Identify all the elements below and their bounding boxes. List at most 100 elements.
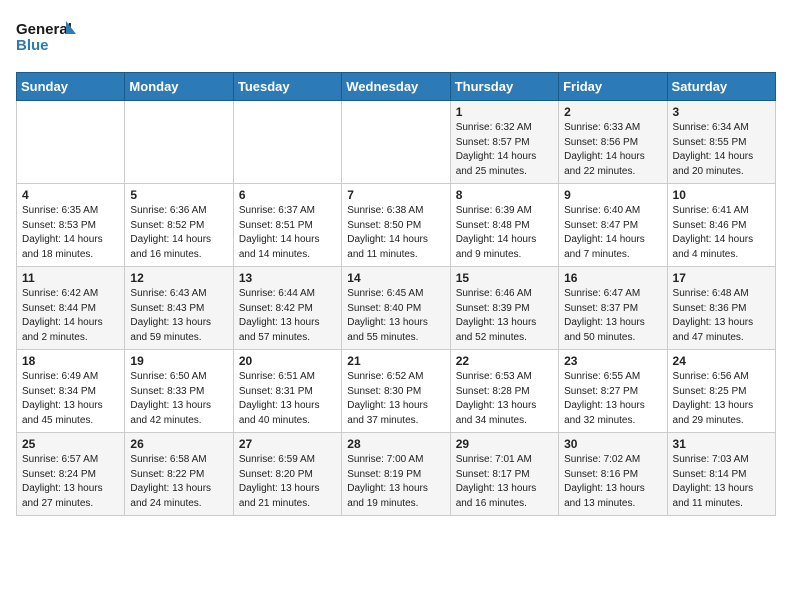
day-info: Sunrise: 6:57 AM Sunset: 8:24 PM Dayligh… (22, 453, 119, 511)
day-cell: 28 Sunrise: 7:00 AM Sunset: 8:19 PM Dayli… (342, 433, 450, 516)
day-info: Sunrise: 6:47 AM Sunset: 8:37 PM Dayligh… (564, 287, 661, 345)
day-info: Sunrise: 6:35 AM Sunset: 8:53 PM Dayligh… (22, 204, 119, 262)
day-info: Sunrise: 6:46 AM Sunset: 8:39 PM Dayligh… (456, 287, 553, 345)
day-info: Sunrise: 6:39 AM Sunset: 8:48 PM Dayligh… (456, 204, 553, 262)
day-cell: 8 Sunrise: 6:39 AM Sunset: 8:48 PM Daylig… (450, 184, 558, 267)
week-row-4: 18 Sunrise: 6:49 AM Sunset: 8:34 PM Dayli… (17, 350, 776, 433)
day-cell: 14 Sunrise: 6:45 AM Sunset: 8:40 PM Dayli… (342, 267, 450, 350)
day-info: Sunrise: 6:34 AM Sunset: 8:55 PM Dayligh… (673, 121, 770, 179)
day-number: 23 (564, 354, 661, 368)
day-cell: 5 Sunrise: 6:36 AM Sunset: 8:52 PM Daylig… (125, 184, 233, 267)
day-info: Sunrise: 6:42 AM Sunset: 8:44 PM Dayligh… (22, 287, 119, 345)
day-number: 2 (564, 105, 661, 119)
day-info: Sunrise: 6:53 AM Sunset: 8:28 PM Dayligh… (456, 370, 553, 428)
day-info: Sunrise: 6:37 AM Sunset: 8:51 PM Dayligh… (239, 204, 336, 262)
day-number: 11 (22, 271, 119, 285)
column-header-wednesday: Wednesday (342, 73, 450, 101)
day-cell: 11 Sunrise: 6:42 AM Sunset: 8:44 PM Dayli… (17, 267, 125, 350)
column-header-friday: Friday (559, 73, 667, 101)
day-info: Sunrise: 6:36 AM Sunset: 8:52 PM Dayligh… (130, 204, 227, 262)
column-header-tuesday: Tuesday (233, 73, 341, 101)
day-info: Sunrise: 7:01 AM Sunset: 8:17 PM Dayligh… (456, 453, 553, 511)
day-number: 4 (22, 188, 119, 202)
day-number: 30 (564, 437, 661, 451)
day-number: 12 (130, 271, 227, 285)
header-row: SundayMondayTuesdayWednesdayThursdayFrid… (17, 73, 776, 101)
day-number: 24 (673, 354, 770, 368)
day-info: Sunrise: 6:50 AM Sunset: 8:33 PM Dayligh… (130, 370, 227, 428)
day-number: 10 (673, 188, 770, 202)
day-cell: 23 Sunrise: 6:55 AM Sunset: 8:27 PM Dayli… (559, 350, 667, 433)
day-cell (233, 101, 341, 184)
day-cell: 1Sunrise: 6:32 AM Sunset: 8:57 PM Daylig… (450, 101, 558, 184)
day-number: 14 (347, 271, 444, 285)
day-number: 21 (347, 354, 444, 368)
svg-text:Blue: Blue (16, 37, 49, 54)
day-info: Sunrise: 7:00 AM Sunset: 8:19 PM Dayligh… (347, 453, 444, 511)
day-number: 22 (456, 354, 553, 368)
day-cell: 2 Sunrise: 6:33 AM Sunset: 8:56 PM Daylig… (559, 101, 667, 184)
day-cell: 19 Sunrise: 6:50 AM Sunset: 8:33 PM Dayli… (125, 350, 233, 433)
day-info: Sunrise: 6:43 AM Sunset: 8:43 PM Dayligh… (130, 287, 227, 345)
day-cell (17, 101, 125, 184)
day-number: 13 (239, 271, 336, 285)
day-number: 19 (130, 354, 227, 368)
day-cell: 4 Sunrise: 6:35 AM Sunset: 8:53 PM Daylig… (17, 184, 125, 267)
week-row-5: 25 Sunrise: 6:57 AM Sunset: 8:24 PM Dayli… (17, 433, 776, 516)
day-number: 26 (130, 437, 227, 451)
day-cell: 15 Sunrise: 6:46 AM Sunset: 8:39 PM Dayli… (450, 267, 558, 350)
day-info: Sunrise: 7:02 AM Sunset: 8:16 PM Dayligh… (564, 453, 661, 511)
day-cell: 12 Sunrise: 6:43 AM Sunset: 8:43 PM Dayli… (125, 267, 233, 350)
day-cell: 16 Sunrise: 6:47 AM Sunset: 8:37 PM Dayli… (559, 267, 667, 350)
day-number: 20 (239, 354, 336, 368)
day-cell: 7Sunrise: 6:38 AM Sunset: 8:50 PM Daylig… (342, 184, 450, 267)
day-info: Sunrise: 6:49 AM Sunset: 8:34 PM Dayligh… (22, 370, 119, 428)
day-cell: 29Sunrise: 7:01 AM Sunset: 8:17 PM Dayli… (450, 433, 558, 516)
day-number: 27 (239, 437, 336, 451)
day-number: 31 (673, 437, 770, 451)
day-info: Sunrise: 6:41 AM Sunset: 8:46 PM Dayligh… (673, 204, 770, 262)
day-cell: 30 Sunrise: 7:02 AM Sunset: 8:16 PM Dayli… (559, 433, 667, 516)
logo-icon: GeneralBlue (16, 16, 76, 60)
day-cell: 26Sunrise: 6:58 AM Sunset: 8:22 PM Dayli… (125, 433, 233, 516)
day-cell: 18 Sunrise: 6:49 AM Sunset: 8:34 PM Dayli… (17, 350, 125, 433)
column-header-sunday: Sunday (17, 73, 125, 101)
day-cell: 27 Sunrise: 6:59 AM Sunset: 8:20 PM Dayli… (233, 433, 341, 516)
day-number: 16 (564, 271, 661, 285)
calendar-table: SundayMondayTuesdayWednesdayThursdayFrid… (16, 72, 776, 516)
day-info: Sunrise: 6:56 AM Sunset: 8:25 PM Dayligh… (673, 370, 770, 428)
day-cell (342, 101, 450, 184)
day-number: 18 (22, 354, 119, 368)
day-info: Sunrise: 6:44 AM Sunset: 8:42 PM Dayligh… (239, 287, 336, 345)
day-number: 15 (456, 271, 553, 285)
week-row-1: 1Sunrise: 6:32 AM Sunset: 8:57 PM Daylig… (17, 101, 776, 184)
day-cell: 31Sunrise: 7:03 AM Sunset: 8:14 PM Dayli… (667, 433, 775, 516)
day-info: Sunrise: 6:59 AM Sunset: 8:20 PM Dayligh… (239, 453, 336, 511)
day-cell: 22 Sunrise: 6:53 AM Sunset: 8:28 PM Dayli… (450, 350, 558, 433)
day-info: Sunrise: 6:33 AM Sunset: 8:56 PM Dayligh… (564, 121, 661, 179)
day-number: 25 (22, 437, 119, 451)
column-header-monday: Monday (125, 73, 233, 101)
day-cell: 24 Sunrise: 6:56 AM Sunset: 8:25 PM Dayli… (667, 350, 775, 433)
day-info: Sunrise: 6:55 AM Sunset: 8:27 PM Dayligh… (564, 370, 661, 428)
day-info: Sunrise: 6:38 AM Sunset: 8:50 PM Dayligh… (347, 204, 444, 262)
day-info: Sunrise: 6:45 AM Sunset: 8:40 PM Dayligh… (347, 287, 444, 345)
day-number: 9 (564, 188, 661, 202)
header: GeneralBlue (16, 16, 776, 60)
column-header-thursday: Thursday (450, 73, 558, 101)
day-cell: 3 Sunrise: 6:34 AM Sunset: 8:55 PM Daylig… (667, 101, 775, 184)
logo: GeneralBlue (16, 16, 76, 60)
day-cell: 25 Sunrise: 6:57 AM Sunset: 8:24 PM Dayli… (17, 433, 125, 516)
svg-text:General: General (16, 21, 72, 38)
day-number: 8 (456, 188, 553, 202)
day-info: Sunrise: 6:40 AM Sunset: 8:47 PM Dayligh… (564, 204, 661, 262)
day-cell: 13 Sunrise: 6:44 AM Sunset: 8:42 PM Dayli… (233, 267, 341, 350)
day-number: 28 (347, 437, 444, 451)
week-row-3: 11 Sunrise: 6:42 AM Sunset: 8:44 PM Dayli… (17, 267, 776, 350)
day-number: 5 (130, 188, 227, 202)
column-header-saturday: Saturday (667, 73, 775, 101)
day-cell: 6Sunrise: 6:37 AM Sunset: 8:51 PM Daylig… (233, 184, 341, 267)
day-cell (125, 101, 233, 184)
day-cell: 21Sunrise: 6:52 AM Sunset: 8:30 PM Dayli… (342, 350, 450, 433)
day-number: 3 (673, 105, 770, 119)
